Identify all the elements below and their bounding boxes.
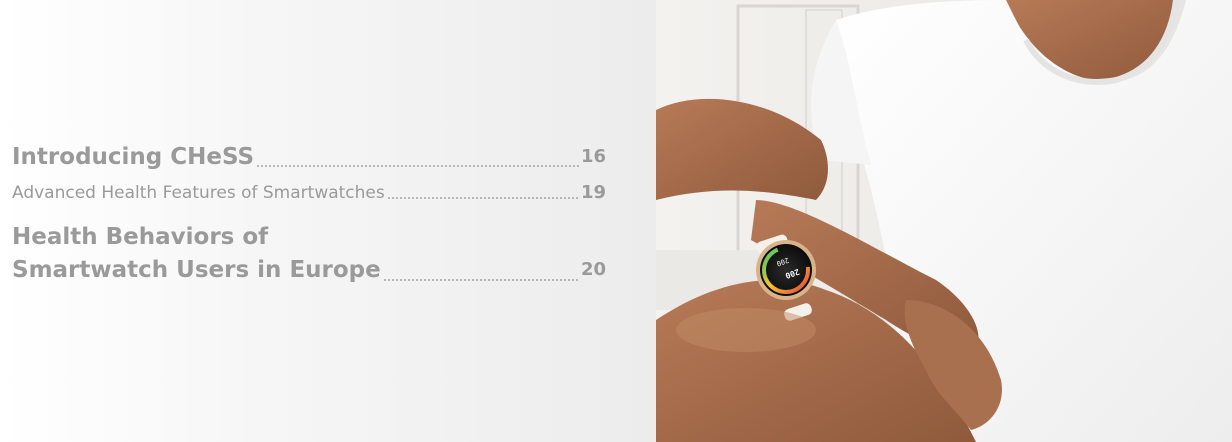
dot-leader bbox=[386, 182, 579, 204]
toc-page-number: 19 bbox=[580, 182, 606, 203]
toc-entry-title-line-2: Smartwatch Users in Europe bbox=[12, 257, 381, 283]
watch-screen bbox=[760, 244, 812, 296]
knee-highlight bbox=[676, 308, 816, 352]
toc-entry-title-line-1: Health Behaviors of bbox=[12, 224, 269, 250]
toc-panel: Introducing CHeSS 16 Advanced Health Fea… bbox=[0, 0, 656, 442]
toc-entry-health-behaviors[interactable]: Health Behaviors of Smartwatch Users in … bbox=[12, 220, 606, 286]
toc-entry-introducing-chess[interactable]: Introducing CHeSS 16 bbox=[12, 142, 606, 172]
toc-page-number: 16 bbox=[580, 146, 606, 167]
photo-woman-wearing-smartwatch: 200 200 bbox=[656, 0, 1232, 442]
toc-page-number: 20 bbox=[580, 259, 606, 280]
photo-illustration: 200 200 bbox=[656, 0, 1232, 442]
toc-entry-advanced-health-features[interactable]: Advanced Health Features of Smartwatches… bbox=[12, 182, 606, 204]
smartwatch: 200 200 bbox=[756, 240, 816, 300]
toc-entry-title: Advanced Health Features of Smartwatches bbox=[12, 183, 385, 203]
table-of-contents: Introducing CHeSS 16 Advanced Health Fea… bbox=[12, 142, 606, 286]
dot-leader bbox=[382, 254, 579, 286]
toc-entry-title: Introducing CHeSS bbox=[12, 144, 255, 170]
dot-leader bbox=[256, 142, 579, 172]
